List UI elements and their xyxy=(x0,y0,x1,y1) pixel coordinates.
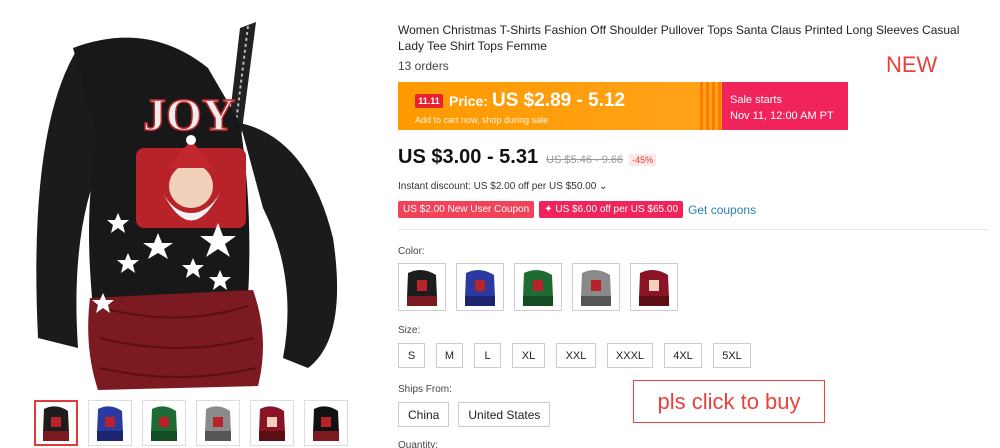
sale-start-panel: Sale starts Nov 11, 12:00 AM PT xyxy=(722,82,848,130)
size-option-l[interactable]: L xyxy=(474,343,501,368)
quantity-label: Quantity: xyxy=(398,440,439,448)
sale-promo-banner: 11.11 Price: US $2.89 - 5.12 Add to cart… xyxy=(398,82,848,130)
size-option-m[interactable]: M xyxy=(436,343,463,368)
sale-badge-icon: 11.11 xyxy=(415,94,443,108)
promo-price-panel: 11.11 Price: US $2.89 - 5.12 Add to cart… xyxy=(398,82,722,130)
product-title: Women Christmas T-Shirts Fashion Off Sho… xyxy=(398,23,960,53)
store-coupon[interactable]: ✦ US $6.00 off per US $65.00 xyxy=(539,201,684,218)
color-swatch-black[interactable] xyxy=(398,263,446,311)
new-label: NEW xyxy=(886,52,938,77)
promo-stripes xyxy=(700,82,722,130)
new-user-coupon[interactable]: US $2.00 New User Coupon xyxy=(398,201,535,218)
thumbnail-4[interactable] xyxy=(196,400,240,446)
click-to-buy-button[interactable]: pls click to buy xyxy=(633,380,825,423)
thumbnail-3[interactable] xyxy=(142,400,186,446)
size-option-xl[interactable]: XL xyxy=(512,343,545,368)
orders-count: 13 orders xyxy=(398,59,449,73)
sale-starts-label: Sale starts xyxy=(730,94,782,106)
discount-badge: -45% xyxy=(629,154,657,166)
size-options: S M L XL XXL XXXL 4XL 5XL xyxy=(398,343,762,368)
thumbnail-6[interactable] xyxy=(304,400,348,446)
sale-start-date: Nov 11, 12:00 AM PT xyxy=(730,110,834,122)
size-option-s[interactable]: S xyxy=(398,343,425,368)
thumbnail-2[interactable] xyxy=(88,400,132,446)
promo-subtext: Add to cart now, shop during sale xyxy=(415,115,549,125)
instant-discount[interactable]: Instant discount: US $2.00 off per US $5… xyxy=(398,181,607,192)
size-option-4xl[interactable]: 4XL xyxy=(664,343,702,368)
ships-from-options: China United States xyxy=(398,402,559,427)
promo-price-label: Price: xyxy=(449,93,488,109)
size-option-xxxl[interactable]: XXXL xyxy=(607,343,653,368)
svg-text:JOY: JOY xyxy=(143,89,235,140)
ships-from-label: Ships From: xyxy=(398,384,452,395)
thumbnail-5[interactable] xyxy=(250,400,294,446)
color-swatch-blue[interactable] xyxy=(456,263,504,311)
get-coupons-link[interactable]: Get coupons xyxy=(688,203,756,217)
color-swatch-gray[interactable] xyxy=(572,263,620,311)
color-swatch-wine-red[interactable] xyxy=(630,263,678,311)
size-label: Size: xyxy=(398,325,421,336)
original-price: US $5.46 - 9.66 xyxy=(546,154,624,166)
color-swatch-green[interactable] xyxy=(514,263,562,311)
color-label: Color: xyxy=(398,246,425,257)
promo-price: US $2.89 - 5.12 xyxy=(492,90,626,111)
price-row: US $3.00 - 5.31 US $5.46 - 9.66 -45% xyxy=(398,146,657,169)
color-options xyxy=(398,263,678,311)
current-price: US $3.00 - 5.31 xyxy=(398,146,539,168)
divider xyxy=(398,229,988,230)
thumbnail-1[interactable] xyxy=(34,400,78,446)
size-option-5xl[interactable]: 5XL xyxy=(713,343,751,368)
size-option-xxl[interactable]: XXL xyxy=(556,343,596,368)
coupon-row: US $2.00 New User Coupon ✦ US $6.00 off … xyxy=(398,201,756,218)
ships-from-united-states[interactable]: United States xyxy=(458,402,551,427)
ships-from-china[interactable]: China xyxy=(398,402,450,427)
thumbnail-strip xyxy=(34,400,348,446)
main-product-image: JOY xyxy=(8,8,368,396)
